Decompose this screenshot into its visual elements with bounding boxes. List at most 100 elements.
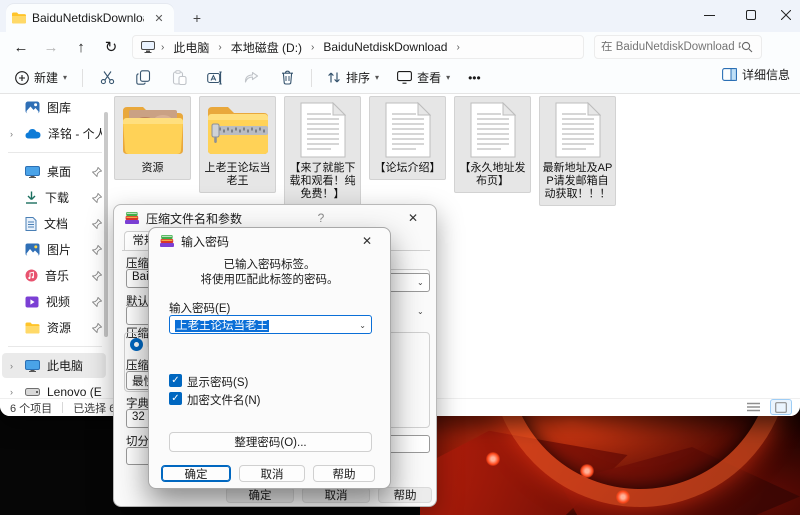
share-button[interactable] [240,67,262,89]
file-name: 资源 [142,162,164,175]
file-item-txt-1[interactable]: 【来了就能下载和观看！纯免费！】 [284,96,361,206]
view-button[interactable]: 查看 ▾ [390,65,457,90]
file-name: 最新地址及APP请发邮箱自动获取！！！ [542,162,613,201]
expand-chevron-icon[interactable]: › [10,129,18,139]
new-tab-button[interactable]: + [186,8,208,28]
address-bar[interactable]: › 此电脑 › 本地磁盘 (D:) › BaiduNetdiskDownload… [132,35,584,59]
refresh-button[interactable]: ↻ [96,35,126,59]
details-view-button[interactable] [742,399,764,415]
wallpaper-glow [580,464,594,478]
help-question-button[interactable]: ? [311,211,331,225]
search-input[interactable] [601,41,741,53]
tab-baidunetdiskdownload[interactable]: BaiduNetdiskDownload ✕ [6,4,174,32]
expand-chevron-icon[interactable]: › [10,361,18,371]
forward-button[interactable]: → [36,35,66,59]
sidebar-item-label: 图库 [47,99,102,116]
chevron-down-icon: ▾ [446,73,450,82]
search-box[interactable] [594,35,762,59]
sidebar-item-downloads[interactable]: 下载 [2,185,106,210]
sidebar-item-ziyuan-folder[interactable]: 资源 [2,315,106,340]
sidebar-item-desktop[interactable]: 桌面 [2,159,106,184]
drive-icon [25,388,40,396]
breadcrumb-drive-d[interactable]: 本地磁盘 (D:) [228,38,305,57]
file-item-txt-3[interactable]: 【永久地址发布页】 [454,96,531,193]
folder-zip-icon [206,104,270,156]
format-rar-radio[interactable] [130,338,143,351]
paste-button[interactable] [168,67,190,89]
sidebar-item-label: 此电脑 [47,357,102,374]
password-help-button[interactable]: 帮助 [313,465,375,482]
new-plus-icon [15,71,29,85]
sidebar-item-music[interactable]: 音乐 [2,263,106,288]
password-info-text: 已输入密码标签。 将使用匹配此标签的密码。 [149,258,390,288]
details-pane-button[interactable]: 详细信息 [722,66,790,83]
sidebar-item-label: 桌面 [47,163,85,180]
rename-icon [207,71,223,85]
back-button[interactable]: ← [6,35,36,59]
maximize-button[interactable] [730,0,772,30]
thumbnail-view-icon [775,402,787,413]
music-icon [25,269,38,282]
copy-button[interactable] [132,67,154,89]
sidebar-item-label: 音乐 [45,267,85,284]
breadcrumb-this-pc[interactable]: 此电脑 [170,38,212,57]
show-password-checkbox[interactable]: ✓ [169,374,182,387]
breadcrumb-chevron: › [216,42,223,53]
new-button[interactable]: 新建 ▾ [8,65,74,90]
password-close-button[interactable]: ✕ [354,234,380,248]
thumbnail-view-button[interactable] [770,399,792,415]
expand-chevron-icon[interactable]: › [10,387,18,397]
sidebar-item-videos[interactable]: 视频 [2,289,106,314]
sidebar-item-label: 资源 [47,319,85,336]
sidebar-item-label: 文档 [44,215,85,232]
file-name: 【来了就能下载和观看！纯免费！】 [287,162,358,201]
navigation-bar: ← → ↑ ↻ › 此电脑 › 本地磁盘 (D:) › BaiduNetdisk… [0,32,800,62]
more-options-button[interactable]: ••• [461,67,488,89]
sidebar-scrollbar[interactable] [104,112,108,337]
password-dialog-titlebar[interactable]: 输入密码 ✕ [149,228,390,254]
enter-password-dialog: 输入密码 ✕ 已输入密码标签。 将使用匹配此标签的密码。 输入密码(E) 上老王… [148,227,391,489]
minimize-button[interactable] [688,0,730,30]
this-pc-icon [141,41,155,53]
pictures-icon [25,243,40,256]
maximize-icon [746,10,756,20]
sidebar-item-this-pc[interactable]: › 此电脑 [2,353,106,378]
cut-button[interactable] [96,67,118,89]
tab-title: BaiduNetdiskDownload [32,11,144,25]
winrar-cancel-button[interactable]: 取消 [302,487,370,503]
copy-icon [136,70,151,85]
this-pc-icon [25,360,40,372]
winrar-ok-button[interactable]: 确定 [226,487,294,503]
close-window-button[interactable] [772,0,800,30]
sidebar-item-gallery[interactable]: 图库 [2,95,106,120]
file-item-rar-folder[interactable]: 上老王论坛当老王 [199,96,276,193]
file-item-txt-4[interactable]: 最新地址及APP请发邮箱自动获取！！！ [539,96,616,206]
winrar-dialog-title: 压缩文件名和参数 [146,210,242,227]
sidebar-item-onedrive[interactable]: › 泽铭 - 个人 [2,121,106,146]
minimize-icon [704,10,715,21]
file-item-txt-2[interactable]: 【论坛介绍】 [369,96,446,180]
sort-icon [327,71,341,84]
chevron-down-icon: ⌄ [417,307,424,316]
sidebar-item-documents[interactable]: 文档 [2,211,106,236]
winrar-icon [159,234,175,248]
tab-close-icon[interactable]: ✕ [150,9,168,27]
winrar-close-button[interactable]: ✕ [400,211,426,225]
up-button[interactable]: ↑ [66,35,96,59]
sort-button[interactable]: 排序 ▾ [320,65,386,90]
document-icon [25,217,37,231]
password-cancel-button[interactable]: 取消 [239,465,305,482]
delete-button[interactable] [276,67,298,89]
encrypt-names-checkbox[interactable]: ✓ [169,392,182,405]
sidebar-item-pictures[interactable]: 图片 [2,237,106,262]
wallpaper-glow [486,452,500,466]
file-item-ziyuan[interactable]: 资源 [114,96,191,180]
organize-passwords-button[interactable]: 整理密码(O)... [169,432,372,452]
breadcrumb-current-folder[interactable]: BaiduNetdiskDownload [320,39,450,55]
sidebar-item-lenovo-e[interactable]: › Lenovo (E:) [2,379,106,400]
password-ok-button[interactable]: 确定 [161,465,231,482]
sidebar-item-label: 泽铭 - 个人 [48,125,102,142]
winrar-help-button[interactable]: 帮助 [378,487,432,503]
password-combo-input[interactable]: 上老王论坛当老王 ⌄ [169,315,372,334]
rename-button[interactable] [204,67,226,89]
